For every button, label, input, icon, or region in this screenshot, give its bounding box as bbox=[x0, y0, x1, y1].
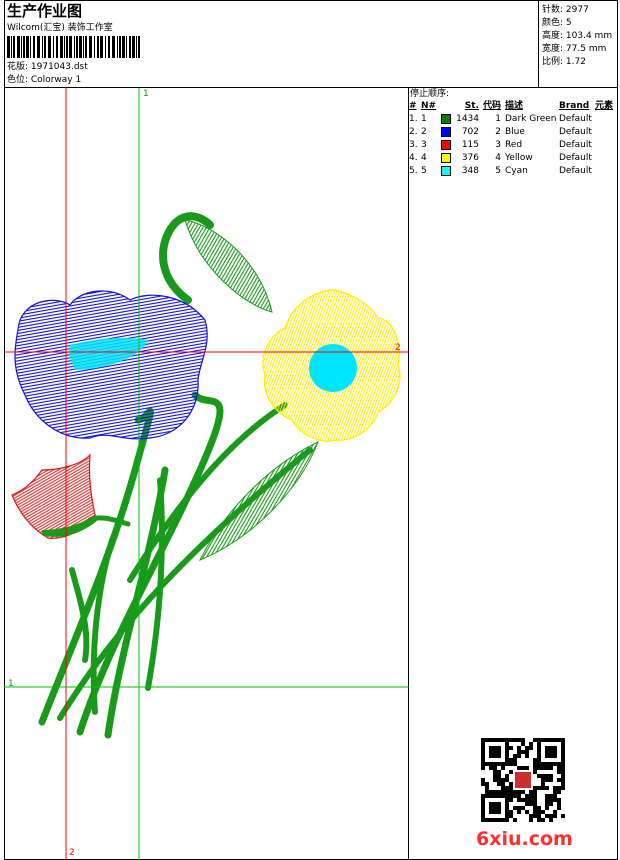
row-n: 3 bbox=[421, 139, 451, 152]
color-swatch bbox=[440, 139, 451, 150]
row-element bbox=[595, 126, 619, 139]
row-code: 1 bbox=[495, 114, 501, 124]
row-desc: Blue bbox=[505, 127, 525, 137]
col-header-index: # bbox=[409, 101, 417, 111]
row-n: 2 bbox=[421, 126, 451, 139]
row-index: 2. bbox=[409, 127, 418, 137]
row-index: 4. bbox=[409, 153, 418, 163]
row-brand: Default bbox=[559, 166, 592, 176]
guide-label-red-right: 2 bbox=[395, 343, 401, 353]
row-stitches: 348 bbox=[461, 166, 479, 176]
row-code: 5 bbox=[495, 166, 501, 176]
row-stitches: 1434 bbox=[456, 114, 479, 124]
col-header-desc: 描述 bbox=[505, 101, 524, 111]
row-element bbox=[595, 113, 619, 126]
yellow-flower-center bbox=[309, 344, 357, 392]
color-swatch bbox=[440, 113, 451, 124]
row-n: 4 bbox=[421, 152, 451, 165]
row-code: 2 bbox=[495, 127, 501, 137]
row-desc: Dark Green bbox=[505, 114, 557, 124]
row-brand: Default bbox=[559, 140, 592, 150]
blue-flower bbox=[14, 290, 208, 440]
row-index: 1. bbox=[409, 114, 418, 124]
row-stitches: 115 bbox=[461, 140, 479, 150]
row-desc: Cyan bbox=[505, 166, 528, 176]
row-n: 5 bbox=[421, 165, 451, 178]
row-index: 3. bbox=[409, 140, 418, 150]
row-element bbox=[595, 165, 619, 178]
table-row: 2. 2 702 2 Blue Default bbox=[409, 126, 619, 139]
row-n: 1 bbox=[421, 113, 451, 126]
row-brand: Default bbox=[559, 127, 592, 137]
row-desc: Yellow bbox=[505, 153, 533, 163]
row-stitches: 702 bbox=[461, 127, 479, 137]
col-header-brand: Brand bbox=[559, 101, 590, 111]
stop-sequence-title: 停止顺序: bbox=[410, 89, 450, 99]
table-header-row: # N# St. 代码 描述 Brand 元素 bbox=[409, 100, 619, 113]
stop-sequence-table: # N# St. 代码 描述 Brand 元素 1. 1 1434 1 Dark Gre… bbox=[409, 100, 619, 178]
watermark-logo: 6xiu.com bbox=[476, 828, 573, 850]
table-row: 4. 4 376 4 Yellow Default bbox=[409, 152, 619, 165]
col-header-code: 代码 bbox=[482, 101, 501, 111]
row-brand: Default bbox=[559, 114, 592, 124]
guide-label-green-top: 1 bbox=[143, 89, 149, 99]
row-brand: Default bbox=[559, 153, 592, 163]
color-swatch bbox=[440, 152, 451, 163]
row-element bbox=[595, 139, 619, 152]
guide-label-green-left: 1 bbox=[8, 679, 14, 689]
row-element bbox=[595, 152, 619, 165]
guide-label-red-bottom: 2 bbox=[69, 848, 75, 858]
leaf-top bbox=[184, 219, 273, 313]
qr-code bbox=[481, 738, 565, 822]
color-swatch bbox=[440, 126, 451, 137]
col-header-element: 元素 bbox=[595, 101, 614, 111]
table-row: 5. 5 348 5 Cyan Default bbox=[409, 165, 619, 178]
row-code: 3 bbox=[495, 140, 501, 150]
row-stitches: 376 bbox=[461, 153, 479, 163]
table-row: 3. 3 115 3 Red Default bbox=[409, 139, 619, 152]
row-index: 5. bbox=[409, 166, 418, 176]
col-header-stitches: St. bbox=[464, 101, 479, 111]
table-row: 1. 1 1434 1 Dark Green Default bbox=[409, 113, 619, 126]
col-header-n: N# bbox=[421, 101, 437, 111]
row-desc: Red bbox=[505, 140, 523, 150]
row-code: 4 bbox=[495, 153, 501, 163]
color-swatch bbox=[440, 165, 451, 176]
